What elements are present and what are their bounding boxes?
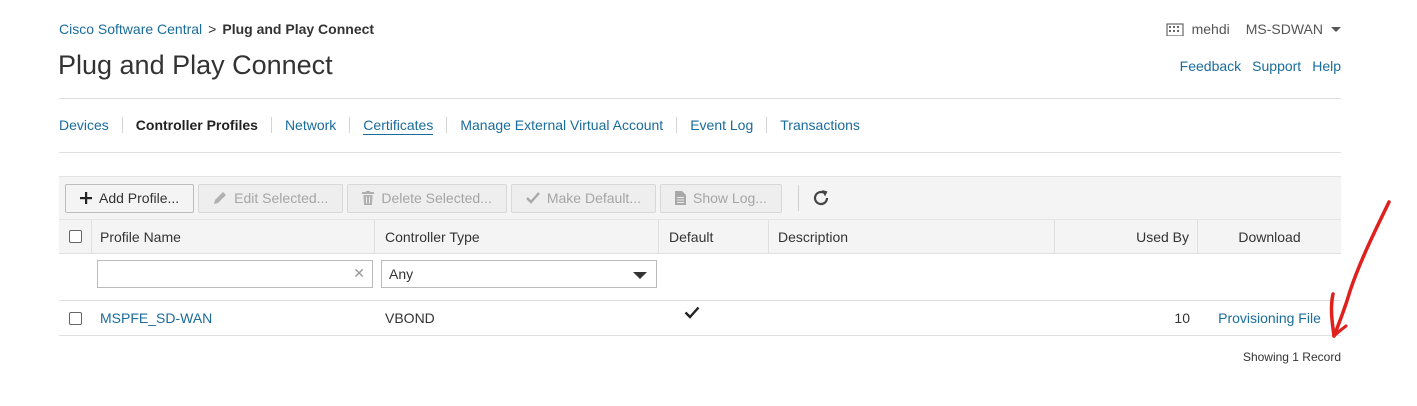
account-name: MS-SDWAN: [1245, 21, 1323, 37]
record-count: Showing 1 Record: [1242, 350, 1341, 364]
checkmark-icon: [525, 192, 540, 204]
delete-selected-label: Delete Selected...: [381, 190, 492, 206]
header-select-cell: [59, 220, 92, 253]
chevron-down-icon: [1331, 26, 1341, 32]
filter-row: ✕ Any: [59, 254, 1341, 301]
header-description[interactable]: Description: [769, 220, 1055, 253]
profiles-table: Profile Name Controller Type Default Des…: [59, 219, 1341, 336]
clear-icon[interactable]: ✕: [353, 265, 365, 282]
tab-network[interactable]: Network: [270, 117, 349, 133]
tab-event-log[interactable]: Event Log: [676, 117, 766, 133]
row-description: [769, 301, 1055, 335]
provisioning-file-link[interactable]: Provisioning File: [1218, 310, 1321, 326]
row-select-cell: [59, 301, 92, 335]
tab-transactions[interactable]: Transactions: [766, 117, 873, 133]
plus-icon: [80, 192, 92, 204]
divider: [59, 152, 1341, 153]
toolbar: Add Profile... Edit Selected... Delete S…: [59, 176, 1341, 219]
delete-selected-button[interactable]: Delete Selected...: [347, 183, 507, 213]
select-all-checkbox[interactable]: [68, 230, 82, 243]
controller-type-filter-select[interactable]: Any: [381, 260, 657, 288]
red-arrow-annotation: [1329, 200, 1391, 338]
divider: [59, 98, 1341, 99]
breadcrumb-separator: >: [208, 21, 217, 37]
profile-name-link[interactable]: MSPFE_SD-WAN: [100, 310, 212, 326]
row-used-by: 10: [1174, 310, 1190, 326]
user-area: mehdi MS-SDWAN: [1165, 21, 1341, 37]
tab-certificates[interactable]: Certificates: [349, 117, 446, 135]
document-icon: [675, 191, 686, 205]
account-selector[interactable]: MS-SDWAN: [1246, 21, 1341, 37]
table-header: Profile Name Controller Type Default Des…: [59, 219, 1341, 254]
trash-icon: [362, 191, 375, 205]
show-log-label: Show Log...: [693, 190, 767, 206]
tab-bar: Devices Controller Profiles Network Cert…: [59, 117, 873, 135]
header-controller-type[interactable]: Controller Type: [375, 220, 659, 253]
help-links: Feedback Support Help: [1180, 58, 1341, 74]
breadcrumb: Cisco Software Central > Plug and Play Con…: [59, 21, 374, 37]
row-checkbox[interactable]: [69, 311, 82, 325]
make-default-label: Make Default...: [546, 190, 641, 206]
row-controller-type: VBOND: [385, 310, 435, 326]
tab-devices[interactable]: Devices: [59, 117, 122, 133]
page-title: Plug and Play Connect: [58, 50, 333, 80]
header-used-by[interactable]: Used By: [1055, 220, 1198, 253]
feedback-link[interactable]: Feedback: [1180, 58, 1241, 74]
tab-controller-profiles[interactable]: Controller Profiles: [121, 117, 271, 133]
building-icon: [1165, 23, 1184, 36]
pencil-icon: [213, 191, 227, 205]
breadcrumb-current: Plug and Play Connect: [222, 21, 375, 37]
profile-name-filter-input[interactable]: ✕: [97, 260, 373, 288]
dropdown-arrow-icon: [633, 272, 647, 279]
user-name[interactable]: mehdi: [1192, 21, 1230, 37]
row-profile-name-cell: MSPFE_SD-WAN: [92, 301, 375, 335]
toolbar-separator: [797, 185, 799, 211]
tab-manage-external-virtual-account[interactable]: Manage External Virtual Account: [446, 117, 676, 133]
table-row: MSPFE_SD-WAN VBOND 10 Provisioning File: [59, 301, 1341, 336]
edit-selected-label: Edit Selected...: [234, 190, 329, 206]
controller-type-filter-value: Any: [389, 266, 414, 282]
header-profile-name[interactable]: Profile Name: [92, 220, 375, 253]
tab-certificates-label: Certificates: [363, 117, 434, 135]
header-default[interactable]: Default: [659, 220, 769, 253]
breadcrumb-cisco-software-central[interactable]: Cisco Software Central: [59, 21, 202, 37]
edit-selected-button[interactable]: Edit Selected...: [198, 183, 344, 213]
make-default-button[interactable]: Make Default...: [510, 183, 656, 213]
show-log-button[interactable]: Show Log...: [660, 183, 782, 213]
refresh-icon[interactable]: [811, 188, 831, 208]
support-link[interactable]: Support: [1252, 58, 1301, 74]
help-link[interactable]: Help: [1312, 58, 1341, 74]
add-profile-button[interactable]: Add Profile...: [65, 183, 195, 213]
default-check-icon: [684, 306, 700, 322]
add-profile-label: Add Profile...: [99, 190, 180, 206]
row-default-cell: [659, 301, 769, 335]
